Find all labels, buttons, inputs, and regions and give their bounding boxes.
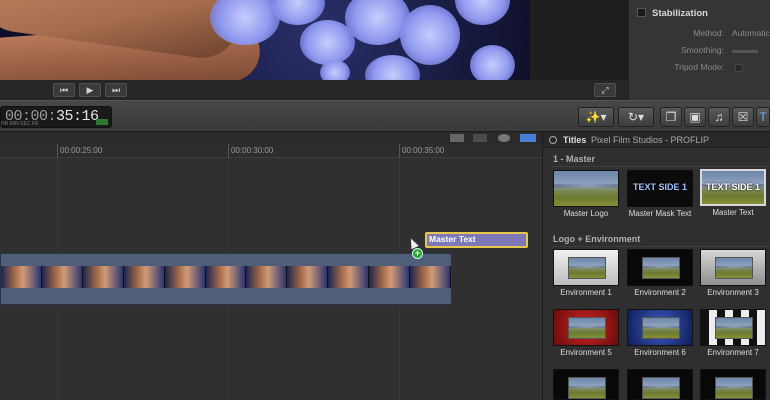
title-thumbnail bbox=[553, 170, 619, 207]
title-tile-label: Master Text bbox=[712, 208, 754, 217]
smoothing-slider[interactable] bbox=[732, 50, 758, 53]
retime-icon[interactable]: ↻▾ bbox=[618, 107, 654, 127]
timeline-ruler[interactable]: 00:00:25:00 00:00:30:00 00:00:35:00 bbox=[0, 144, 542, 158]
title-thumbnail: TEXT SIDE 1 bbox=[627, 170, 693, 207]
smoothing-row: Smoothing: bbox=[629, 45, 770, 59]
browser-subtitle: Pixel Film Studios - PROFLIP bbox=[591, 135, 710, 145]
titles-icon[interactable]: T bbox=[756, 107, 770, 127]
title-tile[interactable]: Environment 3 bbox=[700, 249, 766, 297]
clip-filmstrip bbox=[1, 266, 451, 288]
title-thumbnail bbox=[700, 249, 766, 286]
video-clip[interactable] bbox=[0, 253, 452, 305]
title-tile[interactable] bbox=[627, 369, 693, 400]
viewer: ⏮ ▶ ⏭ ⤢ bbox=[0, 0, 628, 100]
solo-icon[interactable] bbox=[498, 134, 510, 142]
title-tile-label: Environment 6 bbox=[634, 348, 686, 357]
timecode-units: HR MIN SEC FR bbox=[1, 121, 39, 127]
title-tile[interactable]: Environment 5 bbox=[553, 309, 619, 357]
title-tile-label: Master Logo bbox=[563, 209, 609, 218]
stabilization-checkbox[interactable] bbox=[637, 8, 646, 17]
method-select[interactable]: Automatic bbox=[732, 28, 770, 38]
title-tile[interactable]: Environment 1 bbox=[553, 249, 619, 297]
timeline: 00:00:25:00 00:00:30:00 00:00:35:00 Mast… bbox=[0, 132, 542, 400]
title-tile[interactable]: Master Logo bbox=[553, 170, 619, 218]
title-thumbnail bbox=[627, 309, 693, 346]
snapping-icon[interactable] bbox=[520, 134, 536, 142]
title-tile-label: Environment 1 bbox=[560, 288, 612, 297]
camera-icon[interactable]: ▣ bbox=[684, 107, 706, 127]
title-thumbnail bbox=[553, 369, 619, 400]
browser-title: Titles bbox=[563, 135, 587, 145]
title-clip-master-text[interactable]: Master Text bbox=[425, 232, 528, 248]
magic-wand-icon[interactable]: ✨▾ bbox=[578, 107, 614, 127]
title-thumbnail bbox=[700, 309, 766, 346]
playback-controls: ⏮ ▶ ⏭ ⤢ bbox=[0, 80, 628, 100]
tripod-row: Tripod Mode: bbox=[629, 62, 770, 76]
ruler-label: 00:00:25:00 bbox=[60, 146, 103, 155]
title-tile[interactable]: TEXT SIDE 1 Master Mask Text bbox=[627, 170, 693, 218]
tripod-label: Tripod Mode: bbox=[674, 62, 724, 72]
title-tile[interactable] bbox=[553, 369, 619, 400]
title-tile[interactable]: Environment 7 bbox=[700, 309, 766, 357]
audio-meter bbox=[96, 119, 108, 125]
title-thumbnail bbox=[553, 249, 619, 286]
section-logo-environment: Logo + Environment bbox=[553, 234, 641, 244]
title-tile[interactable]: Environment 2 bbox=[627, 249, 693, 297]
title-tile[interactable]: Environment 6 bbox=[627, 309, 693, 357]
title-tile-label: Environment 3 bbox=[707, 288, 759, 297]
section-master: 1 - Master bbox=[553, 154, 596, 164]
method-row: Method: Automatic bbox=[629, 28, 770, 42]
title-thumbnail bbox=[553, 309, 619, 346]
smoothing-label: Smoothing: bbox=[681, 45, 724, 55]
title-tile-label: Environment 5 bbox=[560, 348, 612, 357]
play-icon[interactable]: ▶ bbox=[79, 83, 101, 97]
audio-skim-icon[interactable] bbox=[473, 134, 487, 142]
disclosure-icon[interactable] bbox=[549, 136, 557, 144]
title-tile-label: Environment 2 bbox=[634, 288, 686, 297]
thumbnail-text: TEXT SIDE 1 bbox=[632, 182, 687, 192]
titles-browser: Titles Pixel Film Studios - PROFLIP 1 - … bbox=[542, 132, 770, 400]
clip-icon[interactable]: ❐ bbox=[660, 107, 682, 127]
title-tile-label: Environment 7 bbox=[707, 348, 759, 357]
title-tile-label: Master Mask Text bbox=[628, 209, 692, 218]
title-tile[interactable] bbox=[700, 369, 766, 400]
music-note-icon[interactable]: ♫ bbox=[708, 107, 730, 127]
stabilization-header: Stabilization bbox=[637, 8, 770, 24]
title-thumbnail bbox=[627, 249, 693, 286]
method-label: Method: bbox=[693, 28, 724, 38]
ruler-label: 00:00:35:00 bbox=[402, 146, 445, 155]
ruler-label: 00:00:30:00 bbox=[231, 146, 274, 155]
stabilization-title: Stabilization bbox=[652, 8, 708, 19]
main-toolbar: 00:00:35:16 HR MIN SEC FR ✨▾ ↻▾ ❐ ▣ ♫ ☒ … bbox=[0, 100, 770, 132]
clip-appearance-icon[interactable] bbox=[450, 134, 464, 142]
tripod-checkbox[interactable] bbox=[735, 64, 743, 72]
video-preview bbox=[0, 0, 530, 80]
timeline-header bbox=[0, 132, 542, 144]
fullscreen-icon[interactable]: ⤢ bbox=[594, 83, 616, 97]
add-plus-icon: + bbox=[412, 248, 423, 259]
inspector-panel: Stabilization Method: Automatic Smoothin… bbox=[628, 0, 770, 100]
title-clip-label: Master Text bbox=[429, 234, 476, 244]
skip-forward-icon[interactable]: ⏭ bbox=[105, 83, 127, 97]
title-tile-selected[interactable]: TEXT SIDE 1 Master Text bbox=[700, 169, 766, 217]
title-thumbnail: TEXT SIDE 1 bbox=[700, 169, 766, 206]
title-thumbnail bbox=[627, 369, 693, 400]
title-thumbnail bbox=[700, 369, 766, 400]
thumbnail-text: TEXT SIDE 1 bbox=[705, 182, 760, 192]
timecode-display[interactable]: 00:00:35:16 HR MIN SEC FR bbox=[0, 106, 112, 128]
browser-header: Titles Pixel Film Studios - PROFLIP bbox=[543, 132, 770, 148]
skip-back-icon[interactable]: ⏮ bbox=[53, 83, 75, 97]
transition-icon[interactable]: ☒ bbox=[732, 107, 754, 127]
